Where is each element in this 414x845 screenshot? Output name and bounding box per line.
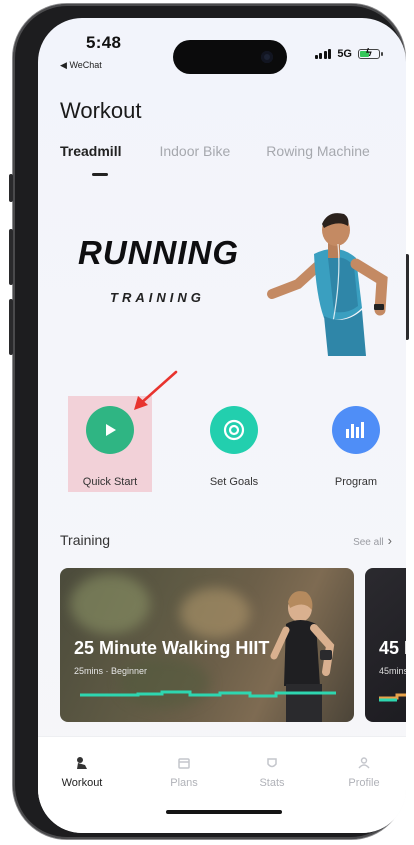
stats-icon — [232, 755, 312, 771]
profile-icon — [324, 755, 404, 771]
training-card-duration: 25mins — [74, 666, 104, 676]
training-card-level: Beginner — [111, 666, 148, 676]
nav-workout[interactable]: Workout — [42, 755, 122, 789]
nav-profile-label: Profile — [348, 777, 380, 789]
screenshot-canvas: 5:48 ◀ WeChat 5G ϟ Workout Treadmill Ind… — [0, 0, 414, 845]
app-screen: 5:48 ◀ WeChat 5G ϟ Workout Treadmill Ind… — [38, 18, 406, 833]
play-icon — [86, 406, 134, 454]
mute-switch — [9, 174, 13, 202]
set-goals-button[interactable]: Set Goals — [188, 406, 280, 488]
equipment-tabs: Treadmill Indoor Bike Rowing Machine — [60, 143, 406, 176]
status-indicators: 5G ϟ — [314, 47, 383, 60]
volume-up-button — [9, 229, 13, 285]
phone-frame: 5:48 ◀ WeChat 5G ϟ Workout Treadmill Ind… — [9, 4, 409, 839]
home-indicator[interactable] — [166, 810, 282, 814]
nav-workout-label: Workout — [61, 777, 103, 789]
program-label: Program — [334, 476, 378, 488]
training-card-meta: 25mins · Beginner — [74, 666, 147, 676]
running-training-banner[interactable]: RUNNING TRAINING — [38, 198, 406, 358]
page-title: Workout — [60, 98, 142, 123]
plans-icon — [144, 755, 224, 771]
see-all-link[interactable]: See all › — [353, 533, 392, 548]
tab-treadmill[interactable]: Treadmill — [60, 143, 121, 176]
training-card-title: 25 Minute Walking HIIT — [74, 638, 270, 658]
back-to-app-link[interactable]: ◀ WeChat — [60, 60, 102, 71]
battery-icon: ϟ — [358, 47, 383, 59]
intensity-profile-graphic — [80, 690, 336, 698]
training-card-next-title: 45 I — [379, 638, 406, 658]
volume-down-button — [9, 299, 13, 355]
tab-rowing-machine[interactable]: Rowing Machine — [266, 143, 370, 159]
see-all-label: See all — [353, 537, 384, 548]
nav-plans-label: Plans — [170, 777, 198, 789]
back-app-label: WeChat — [69, 60, 102, 70]
banner-title: RUNNING — [78, 234, 239, 271]
dynamic-island — [173, 40, 287, 74]
program-icon — [332, 406, 380, 454]
nav-plans[interactable]: Plans — [144, 755, 224, 789]
signal-icon — [314, 49, 332, 59]
set-goals-label: Set Goals — [209, 476, 259, 488]
nav-profile[interactable]: Profile — [324, 755, 404, 789]
status-time: 5:48 — [86, 33, 122, 52]
chevron-right-icon: › — [387, 533, 392, 548]
camera-icon — [261, 51, 273, 63]
training-section-title: Training — [60, 532, 111, 548]
workout-icon — [42, 755, 122, 771]
training-card[interactable]: 25 Minute Walking HIIT 25mins · Beginner — [60, 568, 354, 722]
banner-subtitle: TRAINING — [110, 290, 205, 305]
training-card-next-duration: 45mins — [379, 666, 406, 676]
training-card-next[interactable]: 45 I 45mins — [365, 568, 406, 722]
back-arrow-icon: ◀ — [60, 60, 67, 70]
quick-start-button[interactable]: Quick Start — [64, 406, 156, 488]
tab-indoor-bike[interactable]: Indoor Bike — [159, 143, 230, 159]
target-icon — [210, 406, 258, 454]
program-button[interactable]: Program — [310, 406, 402, 488]
intensity-profile-graphic — [379, 693, 406, 702]
runner-illustration — [267, 213, 388, 356]
nav-stats[interactable]: Stats — [232, 755, 312, 789]
bottom-navigation: Workout Plans Stats Profile — [38, 736, 406, 833]
network-label: 5G — [337, 48, 352, 60]
quick-start-label: Quick Start — [82, 476, 138, 488]
nav-stats-label: Stats — [259, 777, 285, 789]
